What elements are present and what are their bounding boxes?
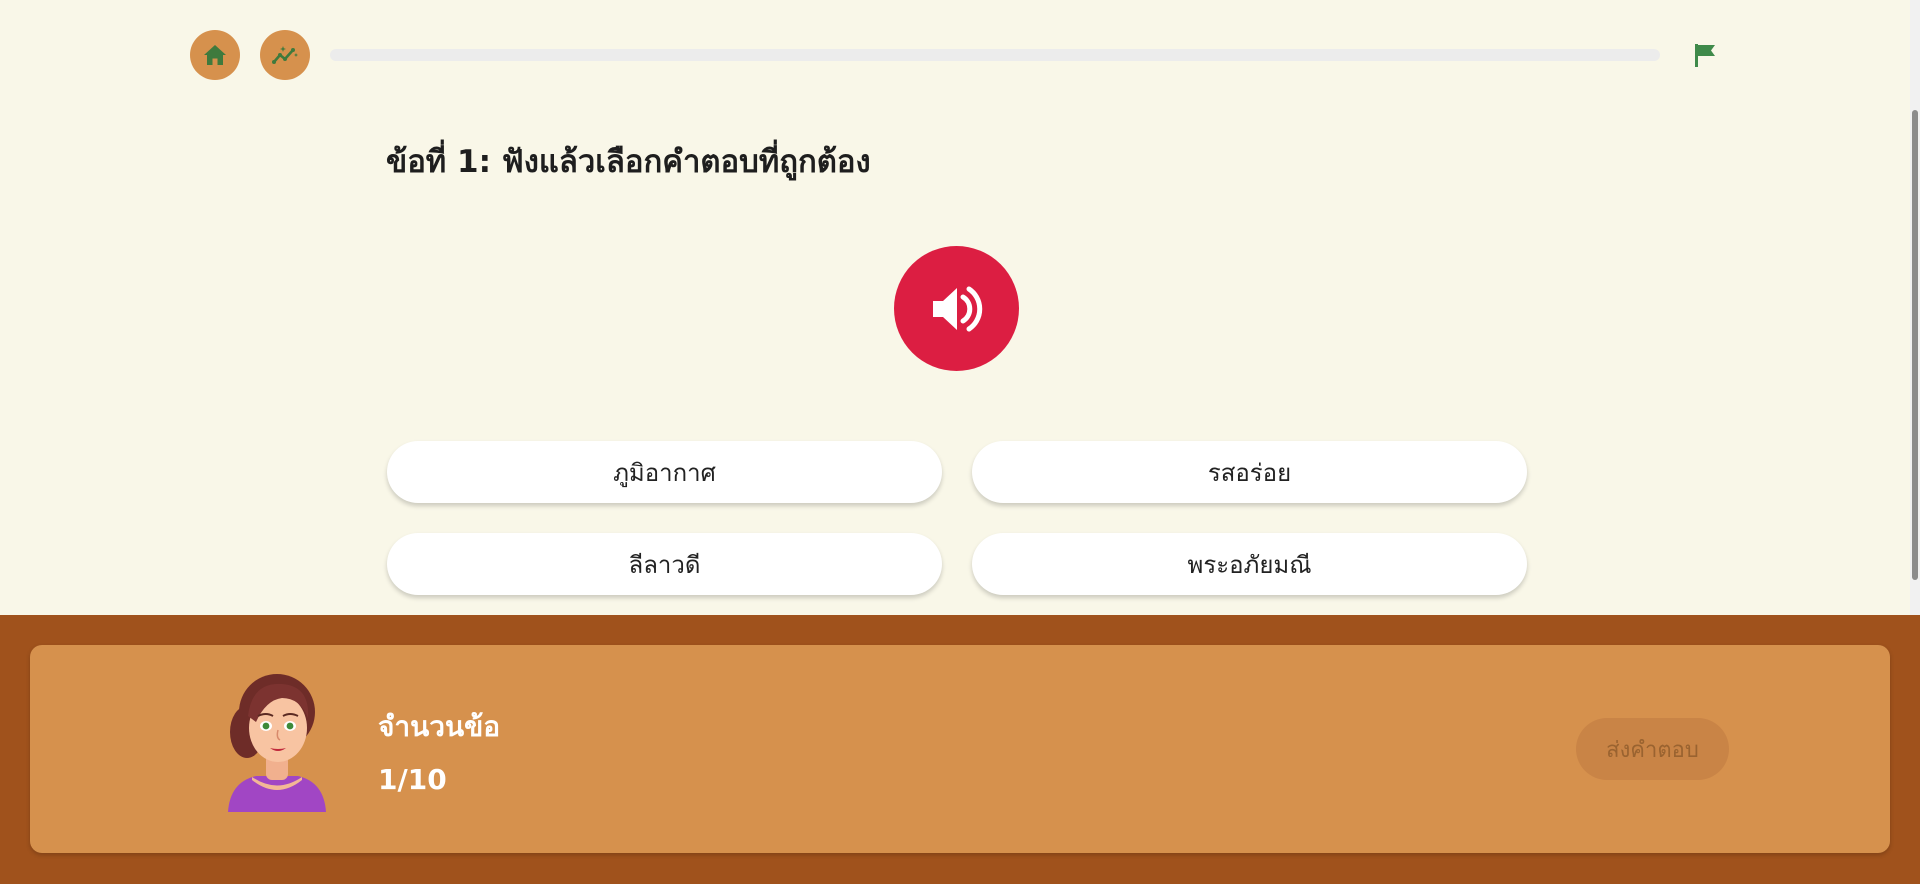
scrollbar-thumb[interactable] <box>1912 110 1918 580</box>
question-title: ข้อที่ 1: ฟังแล้วเลือกคำตอบที่ถูกต้อง <box>386 144 871 180</box>
question-count-value: 1/10 <box>378 763 447 796</box>
top-bar <box>0 0 1920 110</box>
answer-option-4[interactable]: พระอภัยมณี <box>972 533 1527 595</box>
answer-option-2[interactable]: รสอร่อย <box>972 441 1527 503</box>
footer-card: จำนวนข้อ 1/10 ส่งคำตอบ <box>30 645 1890 853</box>
speaker-icon <box>932 286 982 331</box>
chart-sparkle-icon <box>272 46 298 64</box>
avatar <box>228 674 326 812</box>
flag-icon[interactable] <box>1693 42 1717 68</box>
home-button[interactable] <box>190 30 240 80</box>
answer-option-1[interactable]: ภูมิอากาศ <box>387 441 942 503</box>
submit-answer-button[interactable]: ส่งคำตอบ <box>1576 718 1729 780</box>
progress-bar <box>330 49 1660 61</box>
footer-bar: จำนวนข้อ 1/10 ส่งคำตอบ <box>0 615 1920 884</box>
play-audio-button[interactable] <box>894 246 1019 371</box>
stats-button[interactable] <box>260 30 310 80</box>
answer-option-3[interactable]: ลีลาวดี <box>387 533 942 595</box>
home-icon <box>204 45 226 65</box>
question-count-label: จำนวนข้อ <box>378 710 501 743</box>
